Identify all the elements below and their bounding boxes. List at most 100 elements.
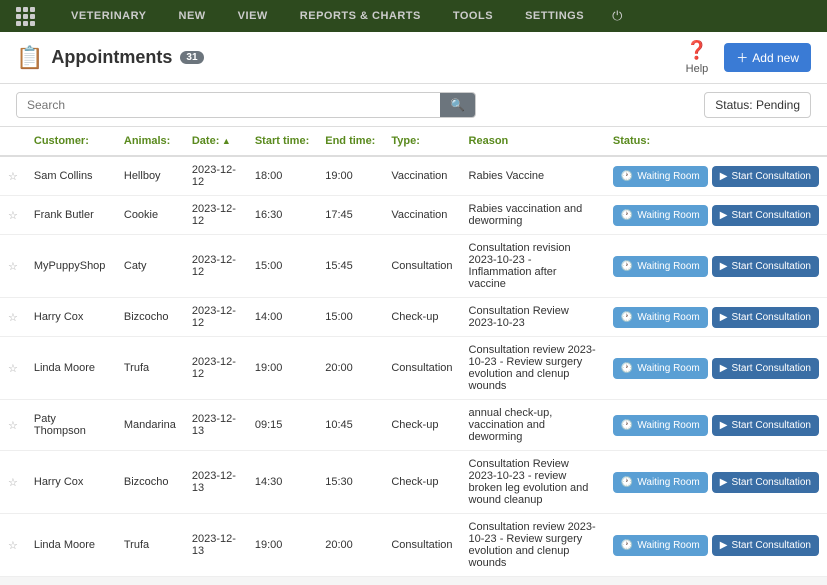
start-consultation-button[interactable]: ▶ Start Consultation <box>712 415 819 436</box>
row-customer: Harry Cox <box>26 298 116 337</box>
row-bookmark[interactable]: ☆ <box>0 400 26 451</box>
start-consultation-button[interactable]: ▶ Start Consultation <box>712 307 819 328</box>
row-type: Consultation <box>383 337 460 400</box>
row-end-time: 17:45 <box>317 196 383 235</box>
clock-icon: 🕐 <box>621 261 633 272</box>
clock-icon: 🕐 <box>621 477 633 488</box>
waiting-room-button[interactable]: 🕐 Waiting Room <box>613 358 708 379</box>
row-animal: Cookie <box>116 196 184 235</box>
nav-veterinary[interactable]: VETERINARY <box>67 0 151 32</box>
waiting-room-button[interactable]: 🕐 Waiting Room <box>613 205 708 226</box>
start-consultation-button[interactable]: ▶ Start Consultation <box>712 256 819 277</box>
row-animal: Caty <box>116 235 184 298</box>
row-bookmark[interactable]: ☆ <box>0 298 26 337</box>
row-animal: Hellboy <box>116 156 184 196</box>
app-grid-icon[interactable] <box>16 7 35 26</box>
row-customer: MyPuppyShop <box>26 235 116 298</box>
waiting-room-button[interactable]: 🕐 Waiting Room <box>613 307 708 328</box>
row-reason: Rabies Vaccine <box>461 156 605 196</box>
row-type: Vaccination <box>383 196 460 235</box>
col-date[interactable]: Date: <box>184 127 247 156</box>
row-bookmark[interactable]: ☆ <box>0 235 26 298</box>
waiting-room-label: Waiting Room <box>637 171 699 182</box>
row-type: Check-up <box>383 400 460 451</box>
row-animal: Bizcocho <box>116 298 184 337</box>
row-actions: 🕐 Waiting Room ▶ Start Consultation <box>605 235 827 298</box>
search-button[interactable]: 🔍 <box>440 93 475 117</box>
nav-view[interactable]: VIEW <box>234 0 272 32</box>
col-status[interactable]: Status: <box>605 127 827 156</box>
row-date: 2023-12-12 <box>184 156 247 196</box>
table-row: ☆ Linda Moore Trufa 2023-12-12 19:00 20:… <box>0 337 827 400</box>
plus-icon: ＋ <box>736 49 748 66</box>
nav-reports[interactable]: REPORTS & CHARTS <box>296 0 425 32</box>
appointments-table-wrap: Customer: Animals: Date: Start time: End… <box>0 127 827 585</box>
clock-icon: 🕐 <box>621 210 633 221</box>
col-animals[interactable]: Animals: <box>116 127 184 156</box>
table-row: ☆ Paty Thompson Mandarina 2023-12-13 09:… <box>0 400 827 451</box>
help-button[interactable]: ❓ Help <box>686 40 709 75</box>
row-customer: Harry Cox <box>26 451 116 514</box>
row-start-time: 18:00 <box>247 156 317 196</box>
row-actions: 🕐 Waiting Room ▶ Start Consultation <box>605 514 827 577</box>
search-bar: 🔍 Status: Pending <box>0 84 827 127</box>
col-end-time[interactable]: End time: <box>317 127 383 156</box>
start-consultation-button[interactable]: ▶ Start Consultation <box>712 166 819 187</box>
row-type: Consultation <box>383 514 460 577</box>
waiting-room-button[interactable]: 🕐 Waiting Room <box>613 415 708 436</box>
row-actions: 🕐 Waiting Room ▶ Start Consultation <box>605 451 827 514</box>
row-bookmark[interactable]: ☆ <box>0 156 26 196</box>
col-start-time[interactable]: Start time: <box>247 127 317 156</box>
search-input[interactable] <box>17 93 440 117</box>
row-start-time: 16:30 <box>247 196 317 235</box>
row-end-time: 15:30 <box>317 451 383 514</box>
start-consultation-button[interactable]: ▶ Start Consultation <box>712 472 819 493</box>
appointments-badge: 31 <box>180 51 203 64</box>
row-customer: Linda Moore <box>26 514 116 577</box>
row-bookmark[interactable]: ☆ <box>0 514 26 577</box>
help-icon: ❓ <box>686 40 708 61</box>
table-row: ☆ Harry Cox Bizcocho 2023-12-12 14:00 15… <box>0 298 827 337</box>
row-date: 2023-12-13 <box>184 451 247 514</box>
row-customer: Sam Collins <box>26 156 116 196</box>
power-icon[interactable]: ⏻ <box>612 8 622 24</box>
clock-icon: 🕐 <box>621 540 633 551</box>
status-filter[interactable]: Status: Pending <box>704 92 811 118</box>
row-bookmark[interactable]: ☆ <box>0 451 26 514</box>
col-reason[interactable]: Reason <box>461 127 605 156</box>
start-consultation-button[interactable]: ▶ Start Consultation <box>712 205 819 226</box>
row-reason: Consultation review 2023-10-23 - Review … <box>461 337 605 400</box>
waiting-room-button[interactable]: 🕐 Waiting Room <box>613 166 708 187</box>
add-new-label: Add new <box>752 51 799 65</box>
row-customer: Linda Moore <box>26 337 116 400</box>
row-actions: 🕐 Waiting Room ▶ Start Consultation <box>605 196 827 235</box>
start-consultation-label: Start Consultation <box>731 210 811 221</box>
row-bookmark[interactable]: ☆ <box>0 196 26 235</box>
waiting-room-button[interactable]: 🕐 Waiting Room <box>613 472 708 493</box>
col-type[interactable]: Type: <box>383 127 460 156</box>
col-customer[interactable]: Customer: <box>26 127 116 156</box>
play-icon: ▶ <box>720 210 728 221</box>
row-type: Check-up <box>383 451 460 514</box>
row-reason: annual check-up, vaccination and dewormi… <box>461 400 605 451</box>
waiting-room-label: Waiting Room <box>637 210 699 221</box>
page-title: Appointments <box>51 47 172 68</box>
row-customer: Paty Thompson <box>26 400 116 451</box>
waiting-room-button[interactable]: 🕐 Waiting Room <box>613 256 708 277</box>
row-end-time: 19:00 <box>317 156 383 196</box>
row-start-time: 14:30 <box>247 451 317 514</box>
row-date: 2023-12-12 <box>184 196 247 235</box>
row-end-time: 15:00 <box>317 298 383 337</box>
nav-tools[interactable]: TOOLS <box>449 0 497 32</box>
row-bookmark[interactable]: ☆ <box>0 337 26 400</box>
nav-settings[interactable]: SETTINGS <box>521 0 588 32</box>
add-new-button[interactable]: ＋ Add new <box>724 43 811 72</box>
row-end-time: 15:45 <box>317 235 383 298</box>
start-consultation-label: Start Consultation <box>731 171 811 182</box>
start-consultation-button[interactable]: ▶ Start Consultation <box>712 358 819 379</box>
start-consultation-label: Start Consultation <box>731 363 811 374</box>
nav-new[interactable]: NEW <box>175 0 210 32</box>
clock-icon: 🕐 <box>621 363 633 374</box>
clock-icon: 🕐 <box>621 312 633 323</box>
table-row: ☆ Sam Collins Hellboy 2023-12-12 18:00 1… <box>0 156 827 196</box>
